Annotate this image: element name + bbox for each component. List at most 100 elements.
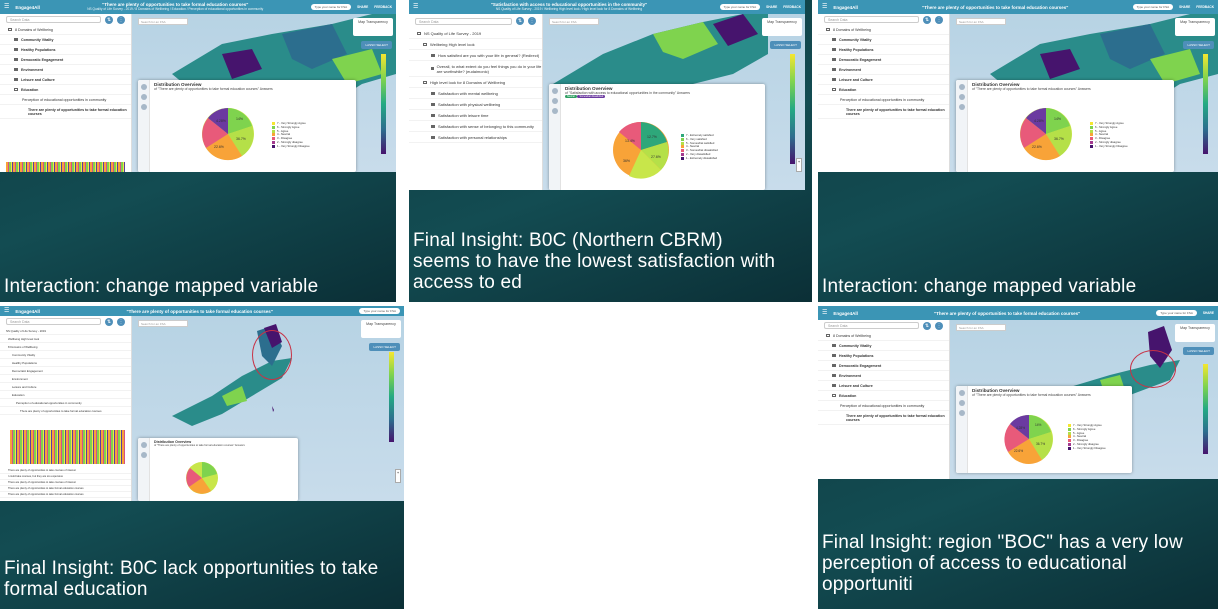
tree-item[interactable]: High level look for 8 Domains of Wellbei… <box>409 77 542 88</box>
fsa-search-input[interactable]: Search for an FSA <box>956 18 1006 25</box>
map-area[interactable]: Search for an FSA Map Transparency LASSO… <box>543 14 805 190</box>
feedback-link[interactable]: FEEDBACK <box>374 5 392 9</box>
map-area[interactable]: Search for an FSA Map Transparency LASSO… <box>132 316 404 501</box>
tree-item[interactable]: Education <box>818 85 949 95</box>
tree-item[interactable]: Perception of educational opportunities … <box>0 95 131 105</box>
fsa-name-input[interactable]: Type your name for FSA <box>310 4 352 10</box>
tree-item[interactable]: 8 Domains of Wellbeing <box>0 25 131 35</box>
feedback-link[interactable]: FEEDBACK <box>783 5 801 9</box>
filter-icon[interactable]: ⇅ <box>516 17 524 25</box>
filter-icon[interactable]: ⇅ <box>105 317 113 326</box>
tree-item[interactable]: Environment <box>818 65 949 75</box>
tree-item[interactable]: Environment <box>818 371 949 381</box>
tree-item[interactable]: Environment <box>0 375 131 383</box>
tag-dissatisfied[interactable]: Somewhat dissatisfied <box>577 95 606 99</box>
pie-chart[interactable] <box>184 460 220 496</box>
tree-item[interactable]: There are plenty of opportunities to tak… <box>0 105 131 119</box>
refresh-icon[interactable] <box>140 442 147 448</box>
more-icon[interactable]: ⋮ <box>935 15 943 24</box>
tree-item[interactable]: NS Quality of Life Survey - 2019 <box>409 28 542 39</box>
tree-item[interactable]: There are plenty of opportunities to tak… <box>818 105 949 119</box>
fsa-search-input[interactable]: Search for an FSA <box>956 324 1006 331</box>
tree-item[interactable]: Satisfaction with physical wellbeing <box>409 99 542 110</box>
filter-icon[interactable]: ⇅ <box>923 321 931 330</box>
more-icon[interactable]: ⋮ <box>117 317 125 326</box>
menu-icon[interactable]: ☰ <box>413 4 418 10</box>
tree-item[interactable]: NS Quality of Life Survey - 2019 <box>0 327 131 335</box>
tree-item[interactable]: There are plenty of opportunities to tak… <box>818 411 949 425</box>
share-link[interactable]: SHARE <box>1179 5 1190 9</box>
more-icon[interactable]: ⋮ <box>117 15 125 24</box>
menu-icon[interactable]: ☰ <box>4 4 9 10</box>
tree-item[interactable]: Satisfaction with mental wellbeing <box>409 88 542 99</box>
filter-icon[interactable]: ⇅ <box>105 15 113 24</box>
menu-icon[interactable]: ☰ <box>822 310 827 316</box>
tree-item[interactable]: Perception of educational opportunities … <box>818 95 949 105</box>
tree-item[interactable]: Healthy Populations <box>818 45 949 55</box>
refresh-icon[interactable] <box>958 84 965 90</box>
more-icon[interactable]: ⋮ <box>528 17 536 25</box>
lasso-select-button[interactable]: LASSO SELECT <box>770 41 801 49</box>
lasso-select-button[interactable]: LASSO SELECT <box>1183 347 1214 355</box>
globe-icon[interactable] <box>958 400 965 406</box>
map-transparency-control[interactable]: Map Transparency <box>1175 324 1215 342</box>
lasso-select-button[interactable]: LASSO SELECT <box>369 343 400 351</box>
tree-item[interactable]: Community Vitality <box>0 351 131 359</box>
tree-item[interactable]: Satisfaction with leisure time <box>409 110 542 121</box>
tree-item[interactable]: 8 Domains of Wellbeing <box>818 25 949 35</box>
refresh-icon[interactable] <box>551 88 558 94</box>
bar-chart-icon[interactable] <box>958 104 965 110</box>
fsa-name-input[interactable]: Type your name for FSA <box>719 4 761 10</box>
share-link[interactable]: SHARE <box>766 5 777 9</box>
tree-item[interactable]: There are plenty of opportunities to tak… <box>0 407 131 415</box>
tree-item[interactable]: Democratic Engagement <box>818 55 949 65</box>
map-area[interactable]: Search for an FSA Map Transparency LASSO… <box>950 14 1218 172</box>
tree-item[interactable]: Overall, to what extent do you feel thin… <box>409 61 542 77</box>
tree-item[interactable]: 8 Domains of Wellbeing <box>818 331 949 341</box>
search-data-input[interactable]: Search Data <box>6 16 101 23</box>
search-data-input[interactable]: Search Data <box>824 322 919 329</box>
fsa-name-input[interactable]: Type your name for FSA <box>1132 4 1174 10</box>
tree-item[interactable]: Environment <box>0 65 131 75</box>
tree-item[interactable]: Wellbeing High level look <box>409 39 542 50</box>
bar-chart-icon[interactable] <box>140 104 147 110</box>
tree-item[interactable]: Healthy Populations <box>818 351 949 361</box>
map-transparency-control[interactable]: Map Transparency <box>353 18 393 36</box>
pie-chart[interactable]: 4.28% 14% 36.7% 22.6% <box>1002 412 1056 466</box>
tree-item[interactable]: Education <box>0 85 131 95</box>
tree-item[interactable]: Democratic Engagement <box>0 367 131 375</box>
tag-neutral[interactable]: Neutral <box>565 95 577 99</box>
tree-item[interactable]: Community Vitality <box>818 341 949 351</box>
more-icon[interactable]: ⋮ <box>935 321 943 330</box>
map-transparency-control[interactable]: Map Transparency <box>361 320 401 338</box>
filter-icon[interactable]: ⇅ <box>923 15 931 24</box>
share-link[interactable]: SHARE <box>357 5 368 9</box>
tree-item[interactable]: Healthy Populations <box>0 45 131 55</box>
menu-icon[interactable]: ☰ <box>822 4 827 10</box>
refresh-icon[interactable] <box>958 390 965 396</box>
bar-chart-icon[interactable] <box>551 108 558 114</box>
tree-item[interactable]: Satisfaction with sense of belonging to … <box>409 121 542 132</box>
share-link[interactable]: SHARE <box>1203 311 1214 315</box>
tree-item[interactable]: Community Vitality <box>0 35 131 45</box>
tree-item[interactable]: Leisure and Culture <box>0 383 131 391</box>
fsa-search-input[interactable]: Search for an FSA <box>549 18 599 25</box>
pie-chart[interactable]: 4.28% 14% 36.7% 22.6% <box>1016 104 1076 164</box>
tree-item[interactable]: Community Vitality <box>818 35 949 45</box>
pie-chart[interactable]: 4.28% 14% 36.7% 22.6% <box>198 104 258 164</box>
tree-item[interactable]: Satisfaction with personal relationships <box>409 132 542 143</box>
bar-chart-icon[interactable] <box>958 410 965 416</box>
menu-icon[interactable]: ☰ <box>4 308 9 314</box>
globe-icon[interactable] <box>551 98 558 104</box>
refresh-icon[interactable] <box>140 84 147 90</box>
search-data-input[interactable]: Search Data <box>415 17 512 25</box>
globe-icon[interactable] <box>140 94 147 100</box>
tree-item[interactable]: Perception of educational opportunities … <box>0 399 131 407</box>
map-area[interactable]: Search for an FSA Map Transparency LASSO… <box>950 320 1218 479</box>
zoom-control[interactable]: + <box>796 158 802 172</box>
fsa-search-input[interactable]: Search for an FSA <box>138 18 188 25</box>
tree-item[interactable]: Leisure and Culture <box>818 75 949 85</box>
tree-item[interactable]: Democratic Engagement <box>0 55 131 65</box>
tree-item[interactable]: Healthy Populations <box>0 359 131 367</box>
pie-chart[interactable]: 12.7% 27.6% 36% 13.4% <box>609 118 673 182</box>
